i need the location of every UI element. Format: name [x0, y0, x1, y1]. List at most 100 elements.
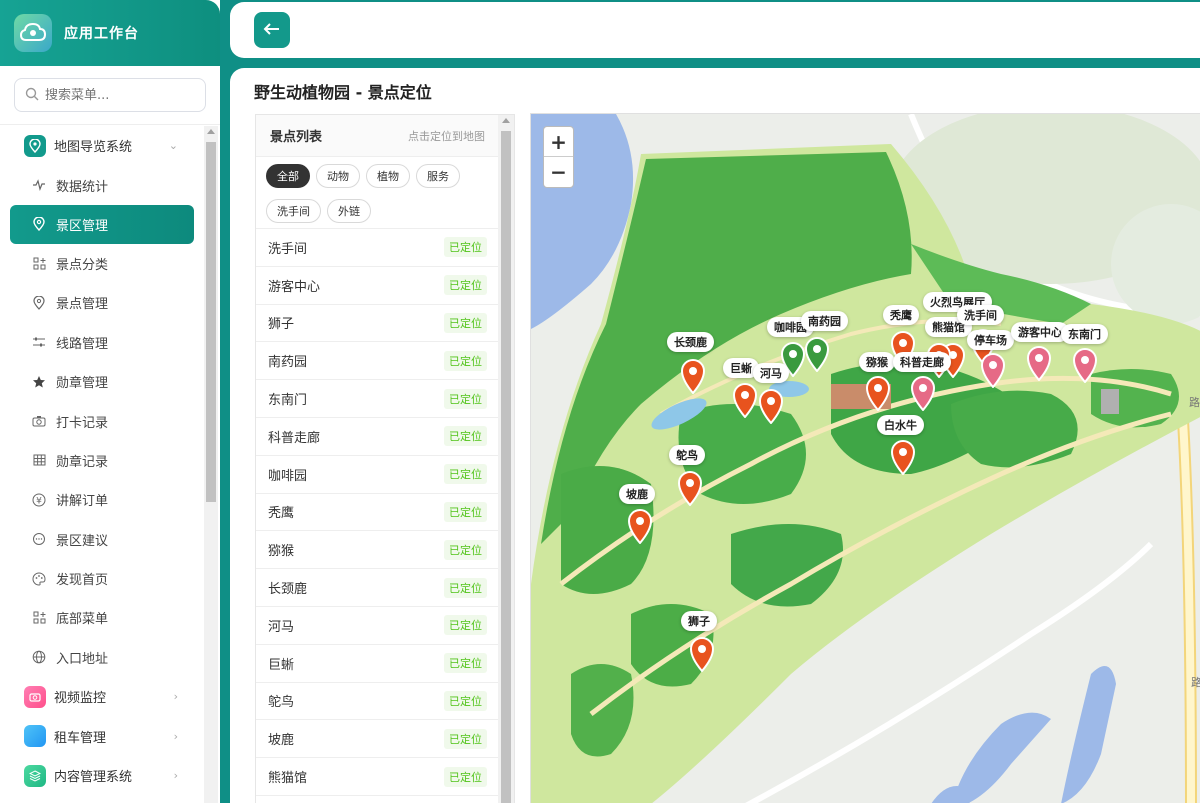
menu-video-monitor[interactable]: 视频监控 ›	[0, 677, 204, 716]
sidebar-scrollbar[interactable]	[204, 126, 218, 803]
map-pin-icon[interactable]	[688, 636, 716, 673]
map-pin-icon[interactable]	[626, 508, 654, 545]
spot-row[interactable]: 熊猫馆 已定位	[256, 758, 499, 796]
spot-list-hint: 点击定位到地图	[408, 129, 485, 143]
map-spot-label[interactable]: 科普走廊	[893, 352, 951, 372]
map-spot-label[interactable]: 狮子	[681, 611, 717, 631]
map-pin-icon[interactable]	[909, 375, 937, 412]
menu-item-guide-orders[interactable]: ¥ 讲解订单	[0, 480, 204, 519]
main-panel: 野生动植物园 - 景点定位 景点列表 点击定位到地图 全部 动物 植物 服务 洗…	[230, 68, 1200, 803]
chevron-right-icon: ›	[173, 769, 178, 783]
menu-item-discover-home[interactable]: 发现首页	[0, 559, 204, 598]
menu-label: 数据统计	[56, 179, 109, 195]
menu-item-spot-management[interactable]: 景点管理	[0, 283, 204, 322]
spot-row[interactable]: 南药园 已定位	[256, 342, 499, 381]
scroll-up-arrow-icon[interactable]	[502, 118, 510, 123]
spot-row[interactable]: 咖啡园 已定位	[256, 456, 499, 494]
map-pin-icon[interactable]	[1071, 347, 1099, 384]
spot-row[interactable]: 游客中心 已定位	[256, 267, 499, 305]
map-spot-label[interactable]: 河马	[753, 363, 789, 383]
grid-plus-icon	[30, 254, 48, 272]
scenic-map[interactable]: + − 长颈鹿 咖啡园 南药园 巨蜥 河马 秃鹰 火烈鸟展厅 熊猫馆 洗手间 停车场 游客中心 东南门…	[530, 113, 1200, 803]
map-spot-label[interactable]: 停车场	[967, 330, 1014, 350]
spot-list-scroll-thumb[interactable]	[501, 131, 511, 803]
sidebar-scroll-thumb[interactable]	[206, 142, 216, 502]
menu-item-route-management[interactable]: 线路管理	[0, 323, 204, 362]
map-pin-icon[interactable]	[803, 336, 831, 373]
zoom-out-button[interactable]: −	[544, 157, 573, 187]
spot-row[interactable]: 洗手间 已定位	[256, 229, 499, 267]
map-pin-icon[interactable]	[679, 358, 707, 395]
located-status-badge: 已定位	[444, 690, 487, 711]
map-spot-label[interactable]: 东南门	[1061, 324, 1108, 344]
menu-item-scenic-suggestions[interactable]: 景区建议	[0, 520, 204, 559]
filter-chip-animal[interactable]: 动物	[316, 164, 360, 188]
located-status-badge: 已定位	[444, 615, 487, 636]
menu-item-checkin-records[interactable]: 打卡记录	[0, 401, 204, 440]
spot-list-scrollbar[interactable]	[498, 115, 514, 803]
menu-search-box[interactable]	[14, 78, 206, 112]
scroll-up-arrow-icon[interactable]	[207, 129, 215, 134]
map-spot-label[interactable]: 长颈鹿	[667, 332, 714, 352]
menu-label: 讲解订单	[56, 494, 109, 510]
map-spot-label[interactable]: 坡鹿	[619, 484, 655, 504]
filter-chip-toilet[interactable]: 洗手间	[266, 198, 321, 223]
menu-label: 景区管理	[56, 218, 109, 234]
menu-label: 视频监控	[54, 691, 107, 707]
road-label: 路	[1191, 674, 1200, 690]
menu-search-input[interactable]	[45, 87, 195, 103]
map-spot-label[interactable]: 鸵鸟	[669, 445, 705, 465]
star-icon	[30, 373, 48, 391]
menu-item-scenic-management[interactable]: 景区管理	[10, 204, 194, 244]
menu-item-spot-category[interactable]: 景点分类	[0, 244, 204, 283]
yen-icon: ¥	[30, 491, 48, 509]
spot-name: 秃鹰	[268, 506, 295, 522]
map-spot-label[interactable]: 秃鹰	[883, 305, 919, 325]
filter-chip-all[interactable]: 全部	[266, 164, 310, 188]
spot-row[interactable]: 狮子 已定位	[256, 305, 499, 343]
filter-chip-external-link[interactable]: 外链	[327, 198, 371, 223]
map-pin-icon[interactable]	[864, 375, 892, 412]
spot-row[interactable]: 科普走廊 已定位	[256, 418, 499, 456]
menu-item-bottom-menu[interactable]: 底部菜单	[0, 598, 204, 637]
map-spot-label[interactable]: 洗手间	[957, 305, 1004, 325]
camera-icon	[30, 412, 48, 430]
spot-name: 鸵鸟	[268, 695, 295, 711]
map-spot-label[interactable]: 猕猴	[859, 352, 895, 372]
menu-item-medal-management[interactable]: 勋章管理	[0, 362, 204, 401]
spot-row[interactable]: 长颈鹿 已定位	[256, 569, 499, 607]
located-status-badge: 已定位	[444, 464, 487, 485]
spot-row[interactable]: 东南门 已定位	[256, 380, 499, 418]
back-button[interactable]	[254, 12, 290, 48]
spot-row[interactable]: 坡鹿 已定位	[256, 720, 499, 759]
menu-label: 入口地址	[56, 651, 109, 667]
map-spot-label[interactable]: 白水牛	[877, 415, 924, 435]
spot-row[interactable]: 猕猴 已定位	[256, 531, 499, 570]
menu-map-system[interactable]: 地图导览系统 ⌄	[0, 126, 204, 165]
map-pin-icon[interactable]	[676, 470, 704, 507]
spot-row[interactable]: 秃鹰 已定位	[256, 494, 499, 532]
menu-item-entry-address[interactable]: 入口地址	[0, 638, 204, 677]
menu-content-system[interactable]: 内容管理系统 ›	[0, 756, 204, 795]
spot-name: 咖啡园	[268, 468, 308, 484]
menu-car-rental[interactable]: 租车管理 ›	[0, 716, 204, 755]
map-pin-icon[interactable]	[889, 439, 917, 476]
map-pin-icon[interactable]	[757, 388, 785, 425]
menu-item-data-stats[interactable]: 数据统计	[0, 165, 204, 204]
zoom-in-button[interactable]: +	[544, 127, 573, 157]
spot-row[interactable]: 巨蜥 已定位	[256, 645, 499, 683]
spot-row[interactable]: 鸵鸟 已定位	[256, 683, 499, 721]
spot-name: 熊猫馆	[268, 771, 308, 787]
located-status-badge: 已定位	[444, 539, 487, 560]
spot-name: 河马	[268, 619, 295, 635]
filter-chip-plant[interactable]: 植物	[366, 164, 410, 188]
spot-name: 坡鹿	[268, 733, 295, 749]
map-spot-label[interactable]: 南药园	[801, 311, 848, 331]
menu-item-medal-records[interactable]: 勋章记录	[0, 441, 204, 480]
spot-row[interactable]: 河马 已定位	[256, 607, 499, 645]
map-pin-icon[interactable]	[1025, 345, 1053, 382]
map-pin-icon[interactable]	[731, 382, 759, 419]
filter-chip-service[interactable]: 服务	[416, 164, 460, 188]
map-pin-icon[interactable]	[979, 352, 1007, 389]
located-status-badge: 已定位	[444, 577, 487, 598]
